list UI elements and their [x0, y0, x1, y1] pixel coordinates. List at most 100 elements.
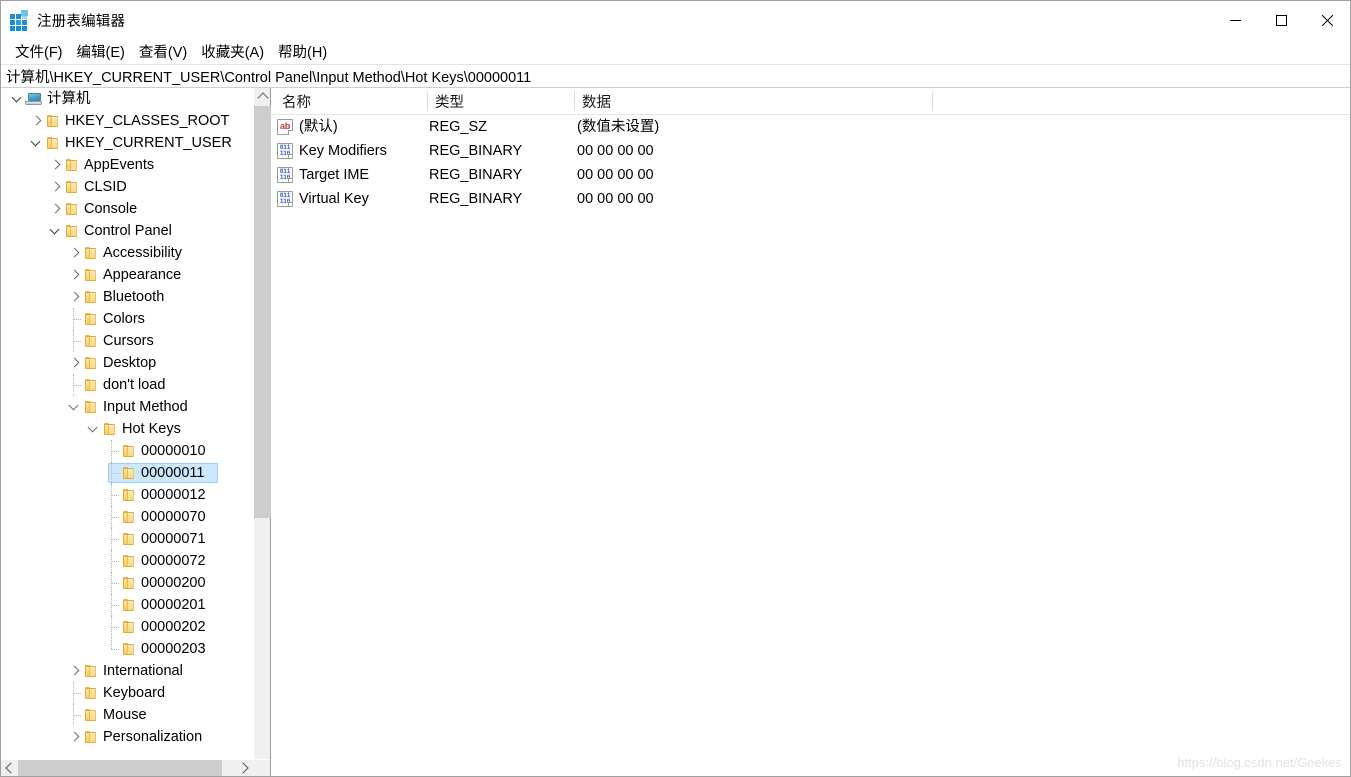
chevron-down-icon[interactable] — [28, 132, 44, 154]
tree-node-hot-keys[interactable]: Hot Keys — [1, 418, 253, 440]
scroll-up-button[interactable] — [254, 88, 271, 105]
column-separator[interactable] — [932, 91, 933, 111]
tree-node-hkey-classes-root[interactable]: HKEY_CLASSES_ROOT — [1, 110, 253, 132]
tree-node-label: Bluetooth — [103, 289, 165, 305]
tree-node-mouse[interactable]: Mouse — [1, 704, 253, 726]
tree-node-appevents[interactable]: AppEvents — [1, 154, 253, 176]
tree-node-international[interactable]: International — [1, 660, 253, 682]
tree-node-00000072[interactable]: 00000072 — [1, 550, 253, 572]
chevron-down-icon[interactable] — [47, 220, 63, 242]
value-name-cell: Key Modifiers — [299, 143, 387, 159]
tree-node-00000202[interactable]: 00000202 — [1, 616, 253, 638]
table-row[interactable]: 011 110 Target IME REG_BINARY 00 00 00 00 — [271, 163, 1350, 187]
tree-node-label: AppEvents — [84, 157, 155, 173]
tree-node-keyboard[interactable]: Keyboard — [1, 682, 253, 704]
chevron-right-icon[interactable] — [66, 352, 82, 374]
chevron-right-icon[interactable] — [66, 242, 82, 264]
value-name-cell: Virtual Key — [299, 191, 369, 207]
tree-node-00000071[interactable]: 00000071 — [1, 528, 253, 550]
tree-connector — [66, 374, 82, 396]
tree-node-label: CLSID — [84, 179, 127, 195]
tree-connector — [104, 572, 120, 594]
tree-node-00000201[interactable]: 00000201 — [1, 594, 253, 616]
column-header-data[interactable]: 数据 — [575, 88, 932, 114]
chevron-down-icon[interactable] — [9, 88, 25, 110]
tree-node-label: 00000071 — [141, 531, 206, 547]
tree-node-label: 00000201 — [141, 597, 206, 613]
scroll-right-button[interactable] — [236, 760, 253, 776]
tree-connector — [104, 638, 120, 660]
registry-values-pane: 名称 类型 数据 (默认) REG_SZ (数值未设置) 011110 Key Modi… — [271, 88, 1350, 776]
tree-node-00000200[interactable]: 00000200 — [1, 572, 253, 594]
tree-node-label: Personalization — [103, 729, 203, 745]
tree-node-00000012[interactable]: 00000012 — [1, 484, 253, 506]
tree-node-clsid[interactable]: CLSID — [1, 176, 253, 198]
tree-node-personalization[interactable]: Personalization — [1, 726, 253, 748]
tree-node-label: 00000202 — [141, 619, 206, 635]
folder-icon — [121, 554, 137, 568]
tree-node-accessibility[interactable]: Accessibility — [1, 242, 253, 264]
tree-horizontal-scrollbar[interactable] — [1, 759, 270, 776]
binary-value-icon: 011 110 — [277, 191, 293, 207]
maximize-button[interactable] — [1258, 1, 1304, 39]
tree-node-hkey-current-user[interactable]: HKEY_CURRENT_USER — [1, 132, 253, 154]
tree-node-label: 00000012 — [141, 487, 206, 503]
folder-icon — [83, 400, 99, 414]
tree-node-label: 00000203 — [141, 641, 206, 657]
chevron-right-icon[interactable] — [66, 286, 82, 308]
column-header-type[interactable]: 类型 — [428, 88, 574, 114]
chevron-right-icon[interactable] — [66, 726, 82, 748]
folder-icon — [64, 180, 80, 194]
tree-node-[interactable]: 计算机 — [1, 88, 253, 110]
tree-connector — [104, 616, 120, 638]
tree-node-control-panel[interactable]: Control Panel — [1, 220, 253, 242]
menu-help[interactable]: 帮助(H) — [271, 39, 334, 64]
address-bar[interactable]: 计算机\HKEY_CURRENT_USER\Control Panel\Inpu… — [1, 64, 1350, 88]
chevron-down-icon[interactable] — [85, 418, 101, 440]
minimize-button[interactable] — [1212, 1, 1258, 39]
tree-node-console[interactable]: Console — [1, 198, 253, 220]
string-value-icon — [277, 119, 293, 135]
chevron-down-icon[interactable] — [66, 396, 82, 418]
table-row[interactable]: (默认) REG_SZ (数值未设置) — [271, 115, 1350, 139]
tree-node-input-method[interactable]: Input Method — [1, 396, 253, 418]
chevron-right-icon[interactable] — [66, 264, 82, 286]
menu-file[interactable]: 文件(F) — [8, 39, 70, 64]
tree-node-00000010[interactable]: 00000010 — [1, 440, 253, 462]
tree-node-bluetooth[interactable]: Bluetooth — [1, 286, 253, 308]
table-row[interactable]: 011 110 Key Modifiers REG_BINARY 00 00 00 00 — [271, 139, 1350, 163]
tree-node-00000203[interactable]: 00000203 — [1, 638, 253, 660]
value-type-cell: REG_BINARY — [429, 143, 523, 159]
tree-viewport: 计算机 HKEY_CLASSES_ROOT HKEY_CURRENT_USER App… — [1, 88, 253, 759]
chevron-right-icon[interactable] — [66, 660, 82, 682]
menu-view[interactable]: 查看(V) — [132, 39, 194, 64]
tree-node-cursors[interactable]: Cursors — [1, 330, 253, 352]
column-header-name[interactable]: 名称 — [275, 88, 427, 114]
chevron-right-icon[interactable] — [28, 110, 44, 132]
minimize-icon — [1229, 19, 1241, 21]
chevron-right-icon[interactable] — [47, 198, 63, 220]
tree-horizontal-scroll-thumb[interactable] — [18, 760, 222, 776]
main-content: 计算机 HKEY_CLASSES_ROOT HKEY_CURRENT_USER App… — [1, 88, 1350, 776]
chevron-right-icon[interactable] — [47, 154, 63, 176]
tree-node-don-t-load[interactable]: don't load — [1, 374, 253, 396]
tree-node-appearance[interactable]: Appearance — [1, 264, 253, 286]
values-column-header: 名称 类型 数据 — [271, 88, 1350, 115]
tree-node-label: Accessibility — [103, 245, 182, 261]
close-icon — [1321, 14, 1333, 26]
close-button[interactable] — [1304, 1, 1350, 39]
tree-vertical-scroll-thumb[interactable] — [254, 106, 271, 518]
folder-icon — [83, 268, 99, 282]
tree-node-colors[interactable]: Colors — [1, 308, 253, 330]
tree-node-00000011[interactable]: 00000011 — [1, 462, 253, 484]
scroll-left-button[interactable] — [1, 760, 18, 776]
tree-node-label: Hot Keys — [122, 421, 181, 437]
tree-node-00000070[interactable]: 00000070 — [1, 506, 253, 528]
tree-node-desktop[interactable]: Desktop — [1, 352, 253, 374]
tree-vertical-scrollbar[interactable] — [253, 88, 271, 776]
folder-icon — [121, 642, 137, 656]
table-row[interactable]: 011 110 Virtual Key REG_BINARY 00 00 00 00 — [271, 187, 1350, 211]
menu-favorites[interactable]: 收藏夹(A) — [194, 39, 271, 64]
chevron-right-icon[interactable] — [47, 176, 63, 198]
menu-edit[interactable]: 编辑(E) — [70, 39, 132, 64]
